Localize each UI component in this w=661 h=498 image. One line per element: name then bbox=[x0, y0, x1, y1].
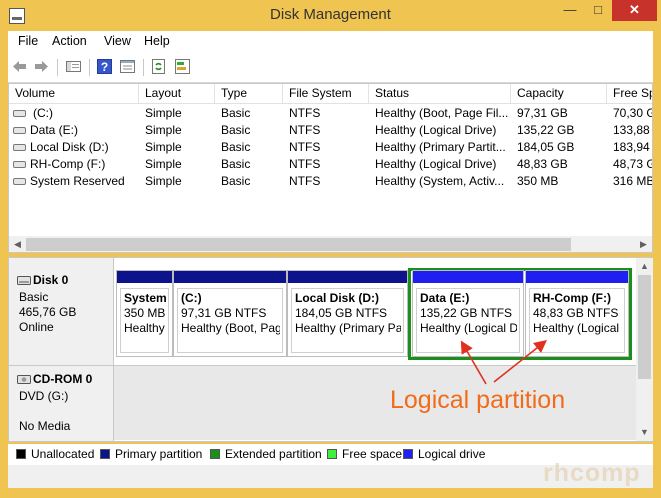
annotation-arrows bbox=[460, 340, 548, 385]
watermark: rhcomp bbox=[543, 459, 641, 487]
annotation-logical-partition: Logical partition bbox=[390, 386, 566, 414]
